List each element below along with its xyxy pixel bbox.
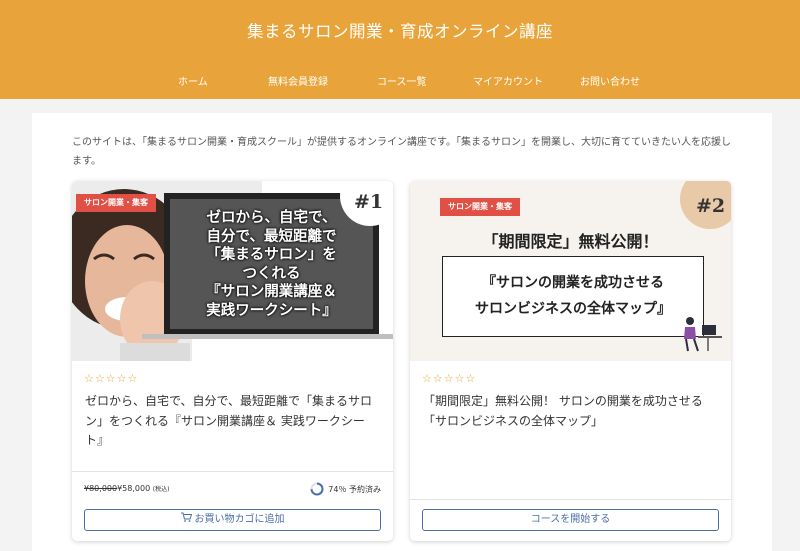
person-at-desk-illustration (684, 317, 722, 352)
thumbnail-line: つくれる (242, 265, 301, 282)
progress-ring-icon (310, 482, 324, 496)
number-badge-label: #1 (354, 191, 384, 213)
thumbnail-line: サロンビジネスの全体マップ』 (475, 301, 671, 317)
add-to-cart-label: お買い物カゴに追加 (194, 514, 285, 525)
add-to-cart-button[interactable]: お買い物カゴに追加 (84, 509, 381, 531)
nav-item-register[interactable]: 無料会員登録 (268, 73, 328, 88)
course-thumbnail-2[interactable]: #2 サロン開業・集客 「期間限定」無料公開！ 『サロンの開業を成功させる サロ… (410, 181, 731, 361)
nav-item-contact[interactable]: お問い合わせ (580, 73, 640, 88)
card-divider (410, 499, 731, 500)
thumbnail-line: 自分で、最短距離で (206, 228, 337, 245)
course-card-1: ゼロから、自宅で、 自分で、最短距離で 「集まるサロン」を つくれる 『サロン開… (72, 181, 393, 541)
course-thumbnail-1[interactable]: ゼロから、自宅で、 自分で、最短距離で 「集まるサロン」を つくれる 『サロン開… (72, 181, 393, 361)
laptop-base (142, 334, 393, 339)
rating-stars: ☆☆☆☆☆ (422, 372, 477, 385)
thumbnail-line: 『サロンの開業を成功させる (482, 275, 664, 291)
card-divider (72, 471, 393, 472)
price-tax-note: (税込) (152, 486, 170, 493)
thumbnail-line: ゼロから、自宅で、 (206, 210, 337, 226)
course-title[interactable]: ゼロから、自宅で、自分で、最短距離で「集まるサロン」をつくれる『サロン開業講座＆… (85, 392, 380, 451)
nav-item-home[interactable]: ホーム (178, 73, 208, 88)
price: ¥80,000¥58,000 (税込) (84, 484, 169, 493)
thumbnail-line: 「集まるサロン」を (206, 247, 337, 263)
intro-text: このサイトは、「集まるサロン開業・育成スクール」が提供するオンライン講座です。「… (72, 137, 731, 167)
nav-item-courses[interactable]: コース一覧 (377, 73, 427, 88)
site-header: 集まるサロン開業・育成オンライン講座 ホーム 無料会員登録 コース一覧 マイアカ… (0, 0, 800, 99)
course-title[interactable]: 「期間限定」無料公開！ サロンの開業を成功させる「サロンビジネスの全体マップ」 (423, 392, 718, 431)
thumbnail-headline: 「期間限定」無料公開！ (482, 232, 659, 251)
main-nav: ホーム 無料会員登録 コース一覧 マイアカウント お問い合わせ (0, 73, 800, 89)
rating-stars: ☆☆☆☆☆ (84, 372, 139, 385)
progress-label: 74％ 予約済み (328, 484, 381, 494)
cart-icon (180, 510, 192, 530)
category-tag: サロン開業・集客 (76, 194, 156, 212)
price-sale: ¥58,000 (117, 484, 151, 493)
course-card-2: #2 サロン開業・集客 「期間限定」無料公開！ 『サロンの開業を成功させる サロ… (410, 181, 731, 541)
number-badge-label: #2 (696, 195, 726, 217)
thumbnail-line: 実践ワークシート』 (206, 302, 337, 319)
price-original: ¥80,000 (84, 484, 118, 493)
start-course-button[interactable]: コースを開始する (422, 509, 719, 531)
thumbnail-box: 『サロンの開業を成功させる サロンビジネスの全体マップ』 (442, 256, 704, 337)
site-title[interactable]: 集まるサロン開業・育成オンライン講座 (0, 18, 800, 42)
thumbnail-box-text: 『サロンの開業を成功させる サロンビジネスの全体マップ』 (443, 270, 703, 322)
thumbnail-title: ゼロから、自宅で、 自分で、最短距離で 「集まるサロン」を つくれる 『サロン開… (170, 209, 373, 320)
category-tag: サロン開業・集客 (440, 198, 520, 216)
thumbnail-line: 『サロン開業講座＆ (206, 284, 337, 300)
nav-item-my-account[interactable]: マイアカウント (473, 73, 543, 88)
reservation-progress: 74％ 予約済み (310, 482, 381, 496)
main-content: このサイトは、「集まるサロン開業・育成スクール」が提供するオンライン講座です。「… (32, 113, 772, 551)
